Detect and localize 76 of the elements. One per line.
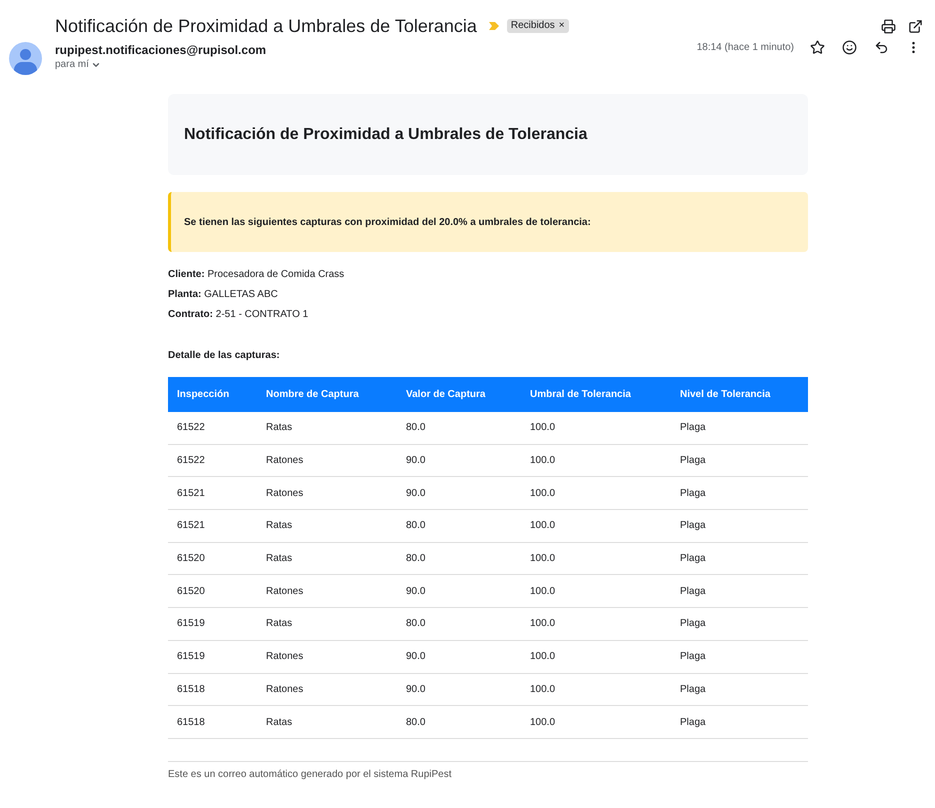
table-cell-text: 80.0 [406,552,426,566]
email-heading: Notificación de Proximidad a Umbrales de Tolerancia [184,124,588,144]
caret-icon[interactable] [90,60,101,70]
table-cell-text: Plaga [680,421,707,436]
importance-marker-icon [488,22,499,30]
table-cell-text: 61518 [177,682,206,697]
recipient-dropdown[interactable]: para mí [55,58,266,72]
table-cell-text: Ratas [266,421,294,436]
table-cell-text: 80.0 [406,617,426,632]
table-cell-text: 100.0 [530,617,556,632]
emoji-icon[interactable] [842,40,857,55]
table-cell-text: Plaga [680,716,707,730]
info-line: Contrato: 2-51 - CONTRATO 1 [168,308,310,322]
reply-icon[interactable] [874,40,889,55]
detail-title: Detalle de las capturas: [168,349,281,363]
table-cell-text: 100.0 [530,682,556,697]
table-cell-text: 61522 [177,454,206,468]
table-cell-text: 61518 [177,716,206,730]
table-cell-text: 80.0 [406,716,426,730]
email-time: 18:14 (hace 1 minuto) [696,41,794,55]
label-text: Recibidos [510,19,555,33]
info-line: Cliente: Procesadora de Comida Crass [168,268,346,282]
star-icon[interactable] [810,40,825,55]
table-cell-text: Plaga [680,650,707,664]
table-cell-text: 100.0 [530,716,556,730]
table-cell-text: 61521 [177,486,206,501]
table-cell-text: 80.0 [406,519,426,534]
table-cell-text: 100.0 [530,421,556,436]
table-cell-text: 80.0 [406,421,426,436]
table-cell-text: 61520 [177,584,206,599]
table-cell-text: 100.0 [530,584,556,599]
avatar-silhouette [9,42,42,75]
table-cell-text: Plaga [680,552,707,566]
table-cell-text: Ratones [266,682,304,697]
table-cell-text: 90.0 [406,584,426,599]
footer-text: Este es un correo automático generado por el sistema RupiPest [168,768,452,781]
table-cell-text: Plaga [680,682,707,697]
table-cell-text: Ratas [266,716,294,730]
table-cell-text: 61521 [177,519,206,534]
table-cell-text: 100.0 [530,486,556,501]
table-cell-text: 100.0 [530,650,556,664]
table-cell-text: 90.0 [406,486,426,501]
table-cell-text: Ratones [266,486,304,501]
sender-email: rupipest.notificaciones@rupisol.com [55,42,266,58]
alert-text: Se tienen las siguientes capturas con proximidad del 20.0% a umbrales de tolerancia: [184,216,591,230]
table-cell-text: 90.0 [406,454,426,468]
info-line: Planta: GALLETAS ABC [168,288,279,302]
table-cell-text: 100.0 [530,454,556,468]
table-cell-text: 61522 [177,421,206,436]
table-cell-text: Ratones [266,454,304,468]
table-cell-text: Ratas [266,617,294,632]
column-header: Nombre de Captura [266,388,360,402]
table-cell-text: Plaga [680,486,707,501]
open-new-window-icon[interactable] [908,18,923,34]
table-cell-text: 90.0 [406,682,426,697]
table-cell-text: Ratones [266,584,304,599]
table-cell-text: Plaga [680,584,707,599]
table-cell-text: 100.0 [530,519,556,534]
table-cell-text: 61519 [177,650,206,664]
table-cell-text: Plaga [680,617,707,632]
column-header: Nivel de Tolerancia [680,388,772,402]
column-header: Inspección [177,388,230,402]
column-header: Valor de Captura [406,388,486,402]
table-cell-text: 90.0 [406,650,426,664]
email-subject: Notificación de Proximidad a Umbrales de Tolerancia [55,15,477,38]
table-cell-text: 61519 [177,617,206,632]
table-cell-text: 61520 [177,552,206,566]
print-icon[interactable] [881,18,896,34]
table-cell-text: Ratones [266,650,304,664]
table-cell-text: Plaga [680,519,707,534]
table-cell-text: 100.0 [530,552,556,566]
column-header: Umbral de Tolerancia [530,388,632,402]
table-cell-text: Ratas [266,552,294,566]
table-cell-text: Ratas [266,519,294,534]
remove-label-button[interactable]: × [558,19,565,33]
table-cell-text: Plaga [680,454,707,468]
